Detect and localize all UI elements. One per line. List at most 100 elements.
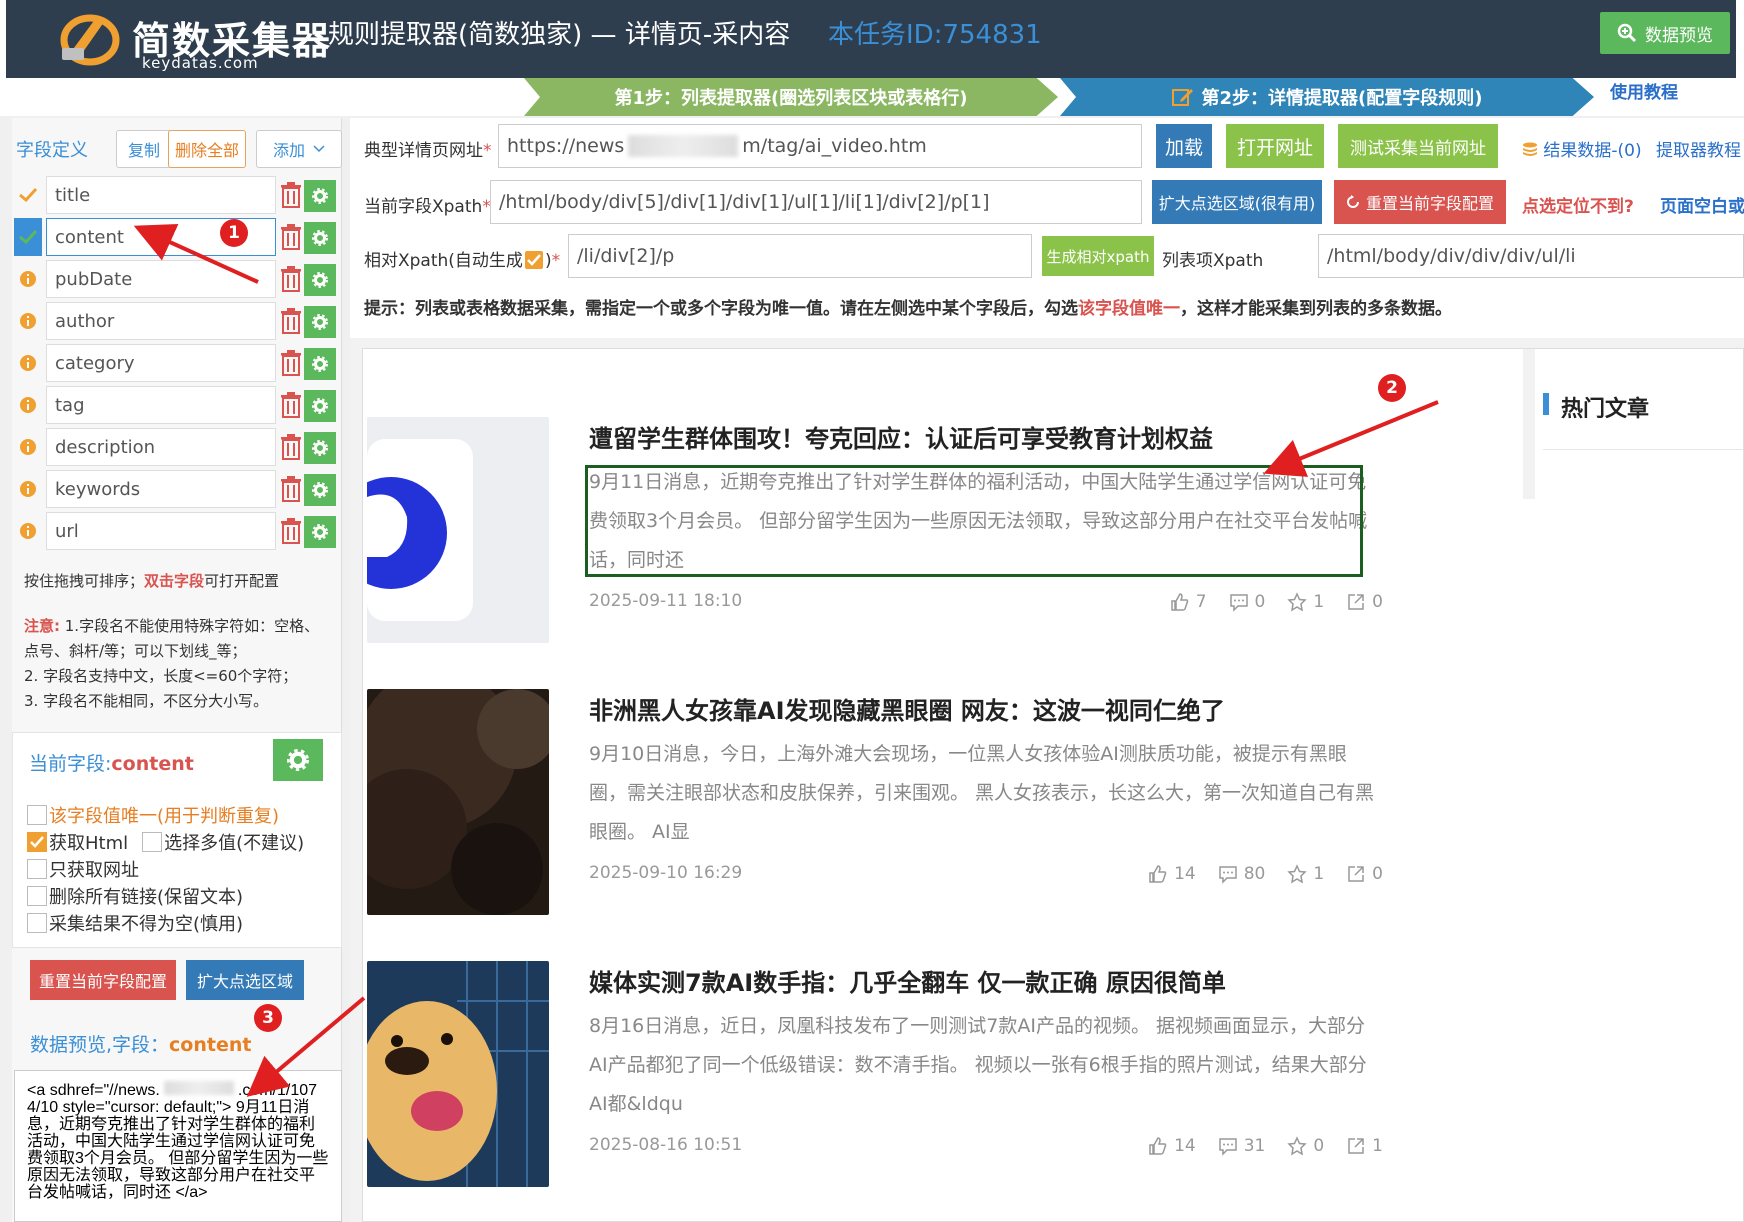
star-stat[interactable]: 0 — [1287, 1133, 1324, 1159]
step-2-tab[interactable]: 第2步：详情提取器(配置字段规则) — [1060, 78, 1594, 116]
auto-generate-checkbox[interactable] — [524, 251, 543, 269]
rule-form: 典型详情页网址* https://news m/tag/ai_video.htm … — [350, 118, 1744, 338]
like-stat[interactable]: 14 — [1148, 861, 1196, 887]
field-row-author[interactable]: author — [14, 300, 344, 342]
load-button[interactable]: 加载 — [1156, 124, 1212, 168]
field-name[interactable]: tag — [46, 386, 276, 424]
checkbox-url-only[interactable] — [27, 858, 47, 879]
trash-icon[interactable] — [280, 182, 302, 208]
field-row-description[interactable]: description — [14, 426, 344, 468]
field-name[interactable]: pubDate — [46, 260, 276, 298]
option-html[interactable]: 获取Html 选择多值(不建议) — [27, 828, 337, 855]
comment-stat[interactable]: 31 — [1218, 1133, 1266, 1159]
field-name[interactable]: url — [46, 512, 276, 550]
checkbox-strip-links[interactable] — [27, 885, 47, 906]
expand-selection-button[interactable]: 扩大点选区域 — [186, 960, 304, 1000]
field-row-pubdate[interactable]: pubDate — [14, 258, 344, 300]
field-row-tag[interactable]: tag — [14, 384, 344, 426]
tutorial-link[interactable]: 使用教程 — [1610, 78, 1678, 103]
expand-area-button[interactable]: 扩大点选区域(很有用) — [1152, 180, 1322, 224]
gear-icon[interactable] — [304, 516, 336, 548]
field-row-url[interactable]: url — [14, 510, 344, 552]
comment-icon — [1229, 594, 1248, 612]
share-stat[interactable]: 0 — [1346, 861, 1383, 887]
gear-icon[interactable] — [304, 180, 336, 212]
relative-xpath-label: 相对Xpath(自动生成)* — [364, 251, 561, 271]
article-stats: 7 0 1 0 — [1143, 589, 1383, 615]
checkbox-not-empty[interactable] — [27, 912, 47, 933]
share-stat[interactable]: 1 — [1346, 1133, 1383, 1159]
add-field-dropdown[interactable]: 添加 — [256, 130, 342, 168]
page-preview-frame[interactable]: 遭留学生群体围攻！夸克回应：认证后可享受教育计划权益 9月11日消息，近期夸克推… — [362, 348, 1744, 1222]
article-item[interactable]: 非洲黑人女孩靠AI发现隐藏黑眼圈 网友：这波一视同仁绝了 9月10日消息，今日，… — [363, 665, 1463, 915]
field-row-content[interactable]: content — [14, 216, 344, 258]
blank-page-link[interactable]: 页面空白或 — [1660, 192, 1744, 217]
gear-icon[interactable] — [304, 474, 336, 506]
trash-icon[interactable] — [280, 350, 302, 376]
gear-icon[interactable] — [304, 432, 336, 464]
option-not-empty[interactable]: 采集结果不得为空(慎用) — [27, 909, 337, 936]
result-data-link[interactable]: 结果数据-(0) — [1522, 136, 1642, 161]
detail-url-input[interactable]: https://news m/tag/ai_video.htm — [498, 124, 1142, 168]
trash-icon[interactable] — [280, 518, 302, 544]
like-stat[interactable]: 7 — [1170, 589, 1207, 615]
comment-count: 31 — [1243, 1136, 1266, 1156]
data-preview-button[interactable]: 数据预览 — [1600, 12, 1730, 54]
option-url-only[interactable]: 只获取网址 — [27, 855, 337, 882]
comment-stat[interactable]: 0 — [1229, 589, 1265, 615]
article-title[interactable]: 媒体实测7款AI数手指：几乎全翻车 仅一款正确 原因很简单 — [589, 963, 1226, 998]
cant-locate-link[interactable]: 点选定位不到? — [1522, 192, 1634, 217]
article-stats: 14 31 0 1 — [1143, 1133, 1383, 1159]
checkbox-html[interactable] — [27, 831, 47, 852]
gear-icon[interactable] — [304, 348, 336, 380]
thumbs-up-icon — [1149, 865, 1167, 883]
trash-icon[interactable] — [280, 392, 302, 418]
xpath-input[interactable]: /html/body/div[5]/div[1]/div[1]/ul[1]/li… — [490, 180, 1142, 224]
reset-field-button[interactable]: 重置当前字段配置 — [1334, 180, 1506, 224]
extractor-tutorial-link[interactable]: 提取器教程 — [1656, 136, 1741, 161]
share-stat[interactable]: 0 — [1346, 589, 1383, 615]
gear-icon[interactable] — [304, 306, 336, 338]
test-collect-button[interactable]: 测试采集当前网址 — [1338, 124, 1498, 168]
gear-icon[interactable] — [304, 222, 336, 254]
article-date: 2025-09-11 18:10 — [589, 591, 743, 611]
option-strip-links[interactable]: 删除所有链接(保留文本) — [27, 882, 337, 909]
gear-icon[interactable] — [304, 264, 336, 296]
trash-icon[interactable] — [280, 266, 302, 292]
star-stat[interactable]: 1 — [1287, 589, 1324, 615]
hot-articles-title: 热门文章 — [1561, 397, 1650, 422]
gear-icon[interactable] — [304, 390, 336, 422]
relative-xpath-input[interactable]: /li/div[2]/p — [568, 234, 1032, 278]
field-name[interactable]: title — [46, 176, 276, 214]
article-title[interactable]: 非洲黑人女孩靠AI发现隐藏黑眼圈 网友：这波一视同仁绝了 — [589, 691, 1225, 726]
trash-icon[interactable] — [280, 224, 302, 250]
step-1-tab[interactable]: 第1步：列表提取器(圈选列表区块或表格行) — [524, 78, 1058, 116]
trash-icon[interactable] — [280, 434, 302, 460]
reset-current-field-button[interactable]: 重置当前字段配置 — [30, 960, 176, 1000]
field-name[interactable]: keywords — [46, 470, 276, 508]
checkbox-unique[interactable] — [27, 804, 47, 825]
like-stat[interactable]: 14 — [1148, 1133, 1196, 1159]
logo-icon — [60, 14, 120, 66]
generate-relative-xpath-button[interactable]: 生成相对xpath — [1042, 236, 1154, 276]
field-name[interactable]: category — [46, 344, 276, 382]
article-item[interactable]: 媒体实测7款AI数手指：几乎全翻车 仅一款正确 原因很简单 8月16日消息，近日… — [363, 937, 1463, 1187]
field-row-title[interactable]: title — [14, 174, 344, 216]
comment-stat[interactable]: 80 — [1218, 861, 1265, 887]
copy-button[interactable]: 复制 — [116, 130, 172, 168]
field-row-category[interactable]: category — [14, 342, 344, 384]
trash-icon[interactable] — [280, 476, 302, 502]
star-stat[interactable]: 1 — [1287, 861, 1324, 887]
field-name[interactable]: author — [46, 302, 276, 340]
delete-all-button[interactable]: 删除全部 — [168, 130, 246, 168]
option-unique[interactable]: 该字段值唯一(用于判断重复) — [27, 801, 337, 828]
checkbox-multi[interactable] — [142, 831, 163, 852]
list-xpath-input[interactable]: /html/body/div/div/div/ul/li — [1318, 234, 1744, 278]
field-name[interactable]: description — [46, 428, 276, 466]
gear-icon[interactable] — [273, 739, 323, 781]
open-url-button[interactable]: 打开网址 — [1226, 124, 1324, 168]
field-definition-label: 字段定义 — [16, 140, 88, 161]
trash-icon[interactable] — [280, 308, 302, 334]
field-row-keywords[interactable]: keywords — [14, 468, 344, 510]
article-title[interactable]: 遭留学生群体围攻！夸克回应：认证后可享受教育计划权益 — [589, 419, 1213, 454]
